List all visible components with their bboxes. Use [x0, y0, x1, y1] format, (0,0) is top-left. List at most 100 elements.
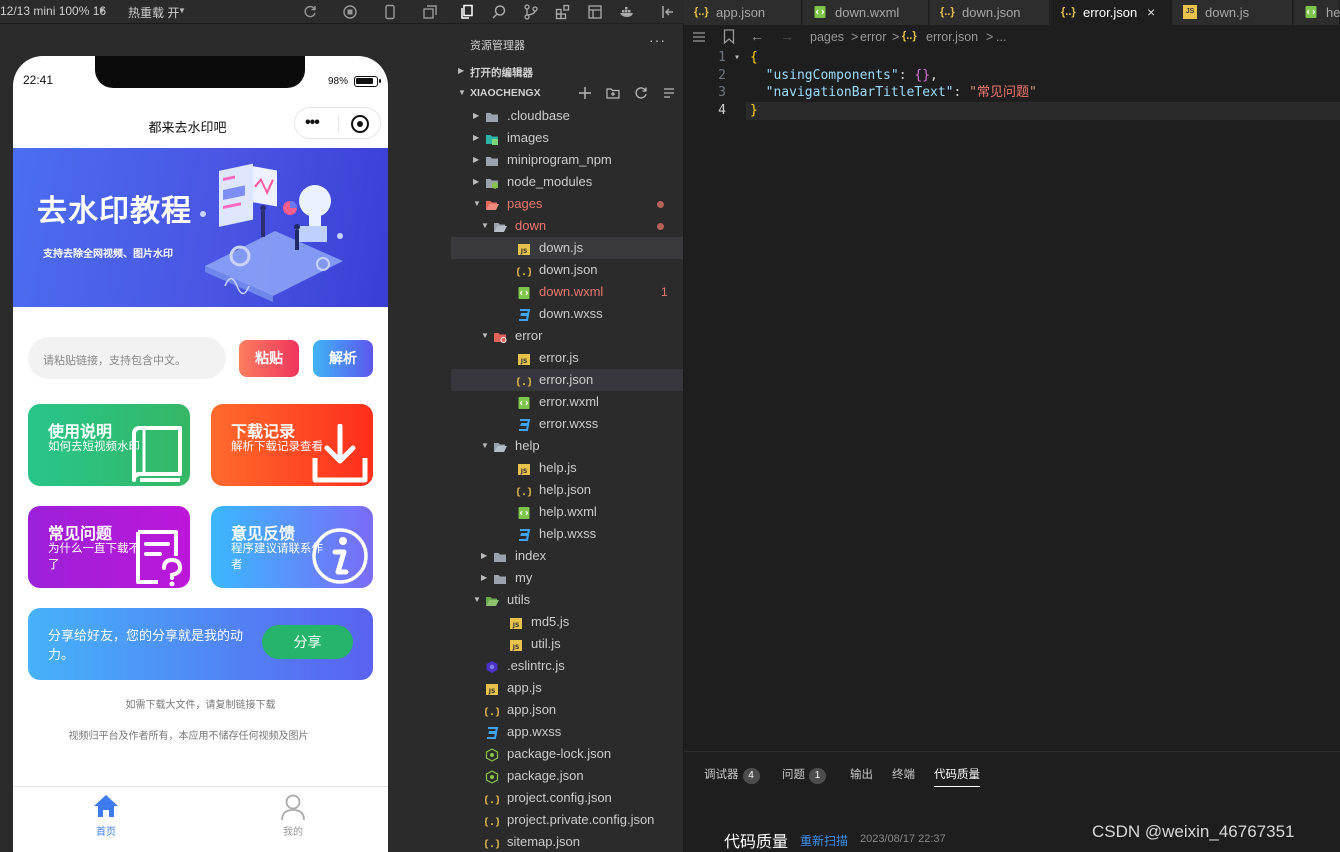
- chevron-right-icon[interactable]: ▶: [473, 105, 479, 127]
- close-icon[interactable]: ×: [1147, 0, 1155, 25]
- tab-output[interactable]: 输出: [850, 766, 873, 782]
- chevron-right-icon[interactable]: ▶: [481, 567, 487, 589]
- file-row[interactable]: help.wxss: [451, 523, 683, 545]
- file-row[interactable]: JS md5.js: [451, 611, 683, 633]
- file-row[interactable]: down.wxml 1: [451, 281, 683, 303]
- open-editors-section[interactable]: ▶ 打开的编辑器: [451, 61, 684, 83]
- file-row[interactable]: .eslintrc.js: [451, 655, 683, 677]
- file-row[interactable]: {.} down.json: [451, 259, 683, 281]
- folder-row[interactable]: ▶ images: [451, 127, 683, 149]
- file-row[interactable]: down.wxss: [451, 303, 683, 325]
- source-control-icon[interactable]: [523, 4, 539, 20]
- folder-row[interactable]: ▼ pages: [451, 193, 683, 215]
- file-row[interactable]: error.wxml: [451, 391, 683, 413]
- tab-down-json[interactable]: {..} down.json: [930, 0, 1050, 25]
- tutorial-banner[interactable]: 去水印教程 支持去除全网视频、图片水印: [13, 148, 388, 307]
- chevron-right-icon[interactable]: ▶: [473, 149, 479, 171]
- folder-row[interactable]: ▶ node_modules: [451, 171, 683, 193]
- folder-row[interactable]: ▶ .cloudbase: [451, 105, 683, 127]
- fold-chevron-icon[interactable]: ▾: [734, 52, 740, 63]
- tab-help[interactable]: help: [1294, 0, 1340, 25]
- breadcrumb-item[interactable]: error.json: [926, 30, 978, 44]
- file-row[interactable]: {.} sitemap.json: [451, 831, 683, 852]
- card-feedback[interactable]: 意见反馈 程序建议请联系作者: [211, 506, 373, 588]
- folder-row[interactable]: ▶ miniprogram_npm: [451, 149, 683, 171]
- file-row[interactable]: app.wxss: [451, 721, 683, 743]
- breadcrumb-item[interactable]: ...: [996, 30, 1006, 44]
- file-row[interactable]: {.} help.json: [451, 479, 683, 501]
- chevron-down-icon[interactable]: ▼: [178, 6, 186, 15]
- folder-row[interactable]: ▼ down: [451, 215, 683, 237]
- card-faq[interactable]: 常见问题 为什么一直下载不了: [28, 506, 190, 588]
- folder-row[interactable]: ▼ utils: [451, 589, 683, 611]
- folder-row[interactable]: ▼ error: [451, 325, 683, 347]
- file-row[interactable]: {.} project.private.config.json: [451, 809, 683, 831]
- file-row[interactable]: {.} error.json: [451, 369, 683, 391]
- chevron-down-icon[interactable]: ▼: [481, 435, 489, 457]
- file-row[interactable]: package.json: [451, 765, 683, 787]
- extensions-icon[interactable]: [555, 4, 571, 20]
- chevron-right-icon[interactable]: ▶: [481, 545, 487, 567]
- tab-app-json[interactable]: {..} app.json: [684, 0, 802, 25]
- detach-window-icon[interactable]: [422, 4, 438, 20]
- close-miniprogram-icon[interactable]: [351, 115, 369, 133]
- files-icon[interactable]: [459, 4, 475, 20]
- new-folder-icon[interactable]: [606, 86, 620, 100]
- phone-icon[interactable]: [382, 4, 398, 20]
- file-row[interactable]: error.wxss: [451, 413, 683, 435]
- chevron-down-icon[interactable]: ▼: [481, 325, 489, 347]
- file-row[interactable]: JS app.js: [451, 677, 683, 699]
- file-row[interactable]: help.wxml: [451, 501, 683, 523]
- file-row[interactable]: JS help.js: [451, 457, 683, 479]
- file-row[interactable]: JS util.js: [451, 633, 683, 655]
- more-icon[interactable]: •••: [305, 114, 320, 132]
- refresh-icon[interactable]: [634, 86, 648, 100]
- collapse-all-icon[interactable]: [662, 86, 676, 100]
- bookmark-icon[interactable]: [723, 29, 735, 44]
- code-editor[interactable]: 1 2 3 4 ▾ { "usingComponents": {}, "navi…: [684, 49, 1340, 751]
- docker-icon[interactable]: [619, 4, 635, 20]
- chevron-down-icon[interactable]: ▼: [473, 589, 481, 611]
- folder-row[interactable]: ▼ help: [451, 435, 683, 457]
- cloud-dev-icon[interactable]: [587, 4, 603, 20]
- tab-code-quality[interactable]: 代码质量: [934, 766, 980, 787]
- file-row[interactable]: {.} app.json: [451, 699, 683, 721]
- list-icon[interactable]: [692, 30, 706, 44]
- chevron-down-icon[interactable]: ▼: [98, 6, 106, 15]
- share-button[interactable]: 分享: [262, 625, 353, 659]
- link-input[interactable]: 请粘贴链接，支持包含中文。: [28, 337, 226, 379]
- file-row[interactable]: JS error.js: [451, 347, 683, 369]
- chevron-right-icon[interactable]: ▶: [473, 171, 479, 193]
- parse-button[interactable]: 解析: [313, 340, 373, 377]
- hot-reload-toggle[interactable]: 热重载 开: [128, 4, 179, 21]
- new-file-icon[interactable]: [578, 86, 592, 100]
- card-download-history[interactable]: 下载记录 解析下载记录查看: [211, 404, 373, 486]
- tab-debugger[interactable]: 调试器 4: [704, 766, 760, 784]
- forward-icon[interactable]: →: [780, 28, 794, 44]
- chevron-down-icon[interactable]: ▼: [481, 215, 489, 237]
- tab-down-wxml[interactable]: down.wxml: [803, 0, 929, 25]
- paste-button[interactable]: 粘贴: [239, 340, 299, 377]
- device-selector[interactable]: 12/13 mini 100% 16: [0, 4, 106, 18]
- rescan-link[interactable]: 重新扫描: [800, 832, 848, 849]
- file-row[interactable]: {.} project.config.json: [451, 787, 683, 809]
- refresh-icon[interactable]: [302, 4, 318, 20]
- back-icon[interactable]: ←: [750, 28, 764, 44]
- tab-terminal[interactable]: 终端: [892, 766, 915, 782]
- stop-icon[interactable]: [342, 4, 358, 20]
- search-icon[interactable]: [491, 4, 507, 20]
- file-row[interactable]: JS down.js: [451, 237, 683, 259]
- chevron-right-icon[interactable]: ▶: [473, 127, 479, 149]
- folder-row[interactable]: ▶ my: [451, 567, 683, 589]
- breadcrumb-item[interactable]: error: [860, 30, 886, 44]
- folder-row[interactable]: ▶ index: [451, 545, 683, 567]
- breadcrumb-item[interactable]: pages: [810, 30, 844, 44]
- card-usage-guide[interactable]: 使用说明 如何去短视频水印: [28, 404, 190, 486]
- chevron-down-icon[interactable]: ▼: [473, 193, 481, 215]
- file-row[interactable]: package-lock.json: [451, 743, 683, 765]
- tab-problems[interactable]: 问题 1: [782, 766, 826, 784]
- project-section[interactable]: ▼ XIAOCHENGX: [451, 83, 684, 105]
- tab-error-json[interactable]: {..} error.json ×: [1051, 0, 1172, 25]
- more-actions-icon[interactable]: ···: [649, 32, 666, 48]
- tab-down-js[interactable]: JS down.js: [1173, 0, 1293, 25]
